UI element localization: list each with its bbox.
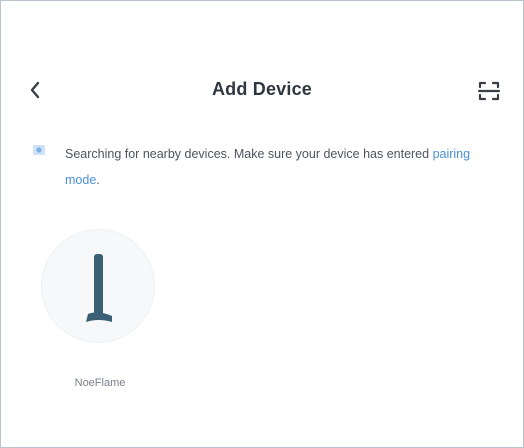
device-icon-circle (41, 229, 155, 343)
page-title: Add Device (211, 79, 313, 99)
searching-icon (33, 145, 45, 155)
device-item[interactable]: NoeFlame (41, 229, 159, 389)
notice-period: . (96, 173, 100, 187)
header: Add Device (1, 73, 523, 107)
scan-qr-icon (477, 81, 501, 101)
device-name: NoeFlame (74, 377, 126, 389)
screen: Add Device Searching for nearby devices.… (0, 0, 524, 448)
lamp-device-icon (86, 254, 112, 322)
notice-message: Searching for nearby devices. Make sure … (65, 147, 433, 161)
scan-button[interactable] (475, 77, 503, 105)
notice-text: Searching for nearby devices. Make sure … (65, 141, 495, 193)
